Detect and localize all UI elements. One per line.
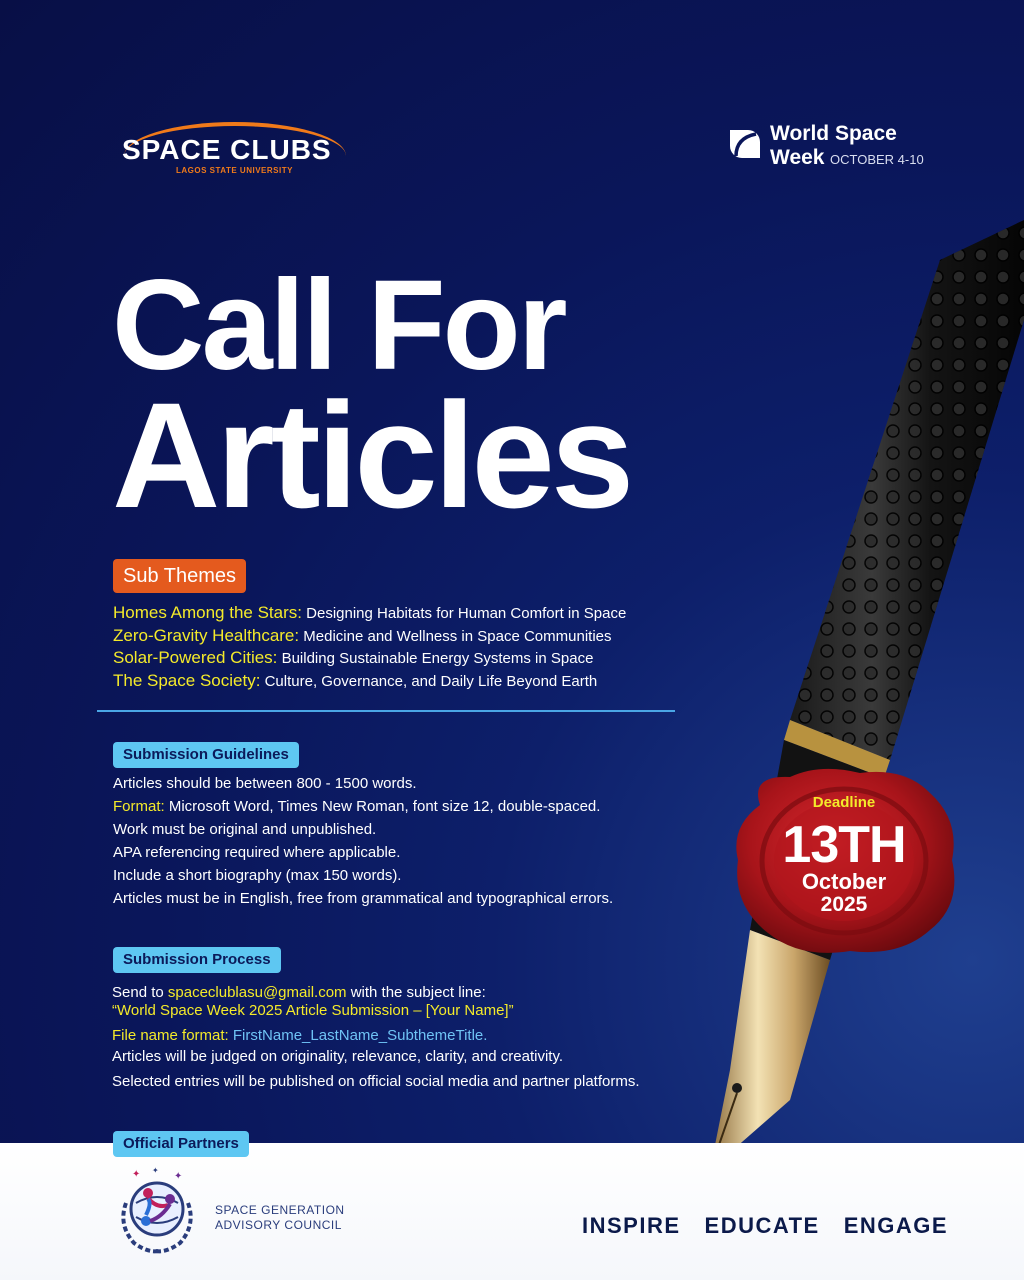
official-partners-badge: Official Partners <box>113 1131 249 1157</box>
space-clubs-logo: SPACE CLUBS LAGOS STATE UNIVERSITY <box>118 120 358 180</box>
process-judged-line: Articles will be judged on originality, … <box>112 1048 564 1065</box>
guideline-english: Articles must be in English, free from g… <box>113 890 614 907</box>
svg-text:✦: ✦ <box>174 1171 182 1182</box>
submission-process-badge: Submission Process <box>113 947 281 973</box>
sgac-logo-icon: ✦ ✦ ✦ <box>121 1166 193 1254</box>
space-clubs-subtitle: LAGOS STATE UNIVERSITY <box>176 166 293 175</box>
sub-themes-list: Homes Among the Stars: Designing Habitat… <box>113 602 713 692</box>
filename-value: FirstName_LastName_SubthemeTitle. <box>228 1027 488 1044</box>
theme-title: The Space Society: <box>113 670 261 690</box>
process-filename-line: File name format: FirstName_LastName_Sub… <box>112 1024 732 1047</box>
deadline-seal: Deadline 13TH October 2025 <box>730 765 958 955</box>
wsw-line1: World Space <box>770 122 897 145</box>
theme-title: Homes Among the Stars: <box>113 603 302 622</box>
send-prefix: Send to <box>112 984 168 1001</box>
tagline-inspire: INSPIRE <box>582 1213 681 1238</box>
list-item: The Space Society: Culture, Governance, … <box>113 670 713 693</box>
tagline-engage: ENGAGE <box>843 1213 949 1238</box>
deadline-year: 2025 <box>820 893 868 916</box>
tagline: INSPIRE EDUCATE ENGAGE <box>582 1213 948 1239</box>
guideline-apa: APA referencing required where applicabl… <box>113 844 401 861</box>
wsw-dates: OCTOBER 4-10 <box>830 152 924 167</box>
list-item: Homes Among the Stars: Designing Habitat… <box>113 602 713 625</box>
headline-articles: Articles <box>112 371 634 539</box>
theme-description: Building Sustainable Energy Systems in S… <box>277 650 594 667</box>
space-clubs-name: SPACE CLUBS <box>122 134 332 165</box>
filename-label: File name format: <box>112 1027 229 1044</box>
process-subject-line: “World Space Week 2025 Article Submissio… <box>112 1002 514 1019</box>
submission-guidelines-badge: Submission Guidelines <box>113 742 299 768</box>
sgac-name: SPACE GENERATION ADVISORY COUNCIL <box>215 1203 345 1233</box>
send-suffix: with the subject line: <box>346 984 486 1001</box>
format-text: Microsoft Word, Times New Roman, font si… <box>164 798 601 815</box>
theme-title: Zero-Gravity Healthcare: <box>113 625 300 645</box>
theme-title: Solar-Powered Cities: <box>113 648 278 667</box>
list-item: Solar-Powered Cities: Building Sustainab… <box>113 647 713 670</box>
process-send-line: Send to spaceclublasu@gmail.com with the… <box>112 984 732 1002</box>
deadline-day: 13TH <box>782 816 906 874</box>
theme-description: Designing Habitats for Human Comfort in … <box>301 605 627 622</box>
guideline-biography: Include a short biography (max 150 words… <box>113 867 402 884</box>
submission-guidelines-list: Articles should be between 800 - 1500 wo… <box>113 772 713 910</box>
deadline-label: Deadline <box>812 794 876 811</box>
deadline-month: October <box>801 869 887 894</box>
guideline-format: Format: Microsoft Word, Times New Roman,… <box>113 795 713 818</box>
tagline-educate: EDUCATE <box>704 1213 820 1238</box>
guideline-original: Work must be original and unpublished. <box>113 821 377 838</box>
process-selected-line: Selected entries will be published on of… <box>112 1073 640 1090</box>
sgac-name-line2: ADVISORY COUNCIL <box>215 1218 342 1232</box>
sgac-name-line1: SPACE GENERATION <box>215 1203 345 1217</box>
list-item: Zero-Gravity Healthcare: Medicine and We… <box>113 625 713 648</box>
section-divider <box>97 710 675 712</box>
world-space-week-icon <box>730 130 760 158</box>
svg-text:✦: ✦ <box>132 1169 140 1180</box>
svg-text:✦: ✦ <box>152 1166 159 1175</box>
theme-description: Culture, Governance, and Daily Life Beyo… <box>260 672 598 690</box>
guideline-word-count: Articles should be between 800 - 1500 wo… <box>113 775 417 792</box>
submission-process-list: Send to spaceclublasu@gmail.com with the… <box>112 984 732 1093</box>
wsw-line2: Week <box>770 146 825 169</box>
format-label: Format: <box>113 798 165 815</box>
world-space-week-logo: World Space Week OCTOBER 4-10 <box>726 122 946 172</box>
email-link[interactable]: spaceclublasu@gmail.com <box>168 984 347 1001</box>
theme-description: Medicine and Wellness in Space Communiti… <box>299 627 612 645</box>
sub-themes-badge: Sub Themes <box>113 559 247 593</box>
